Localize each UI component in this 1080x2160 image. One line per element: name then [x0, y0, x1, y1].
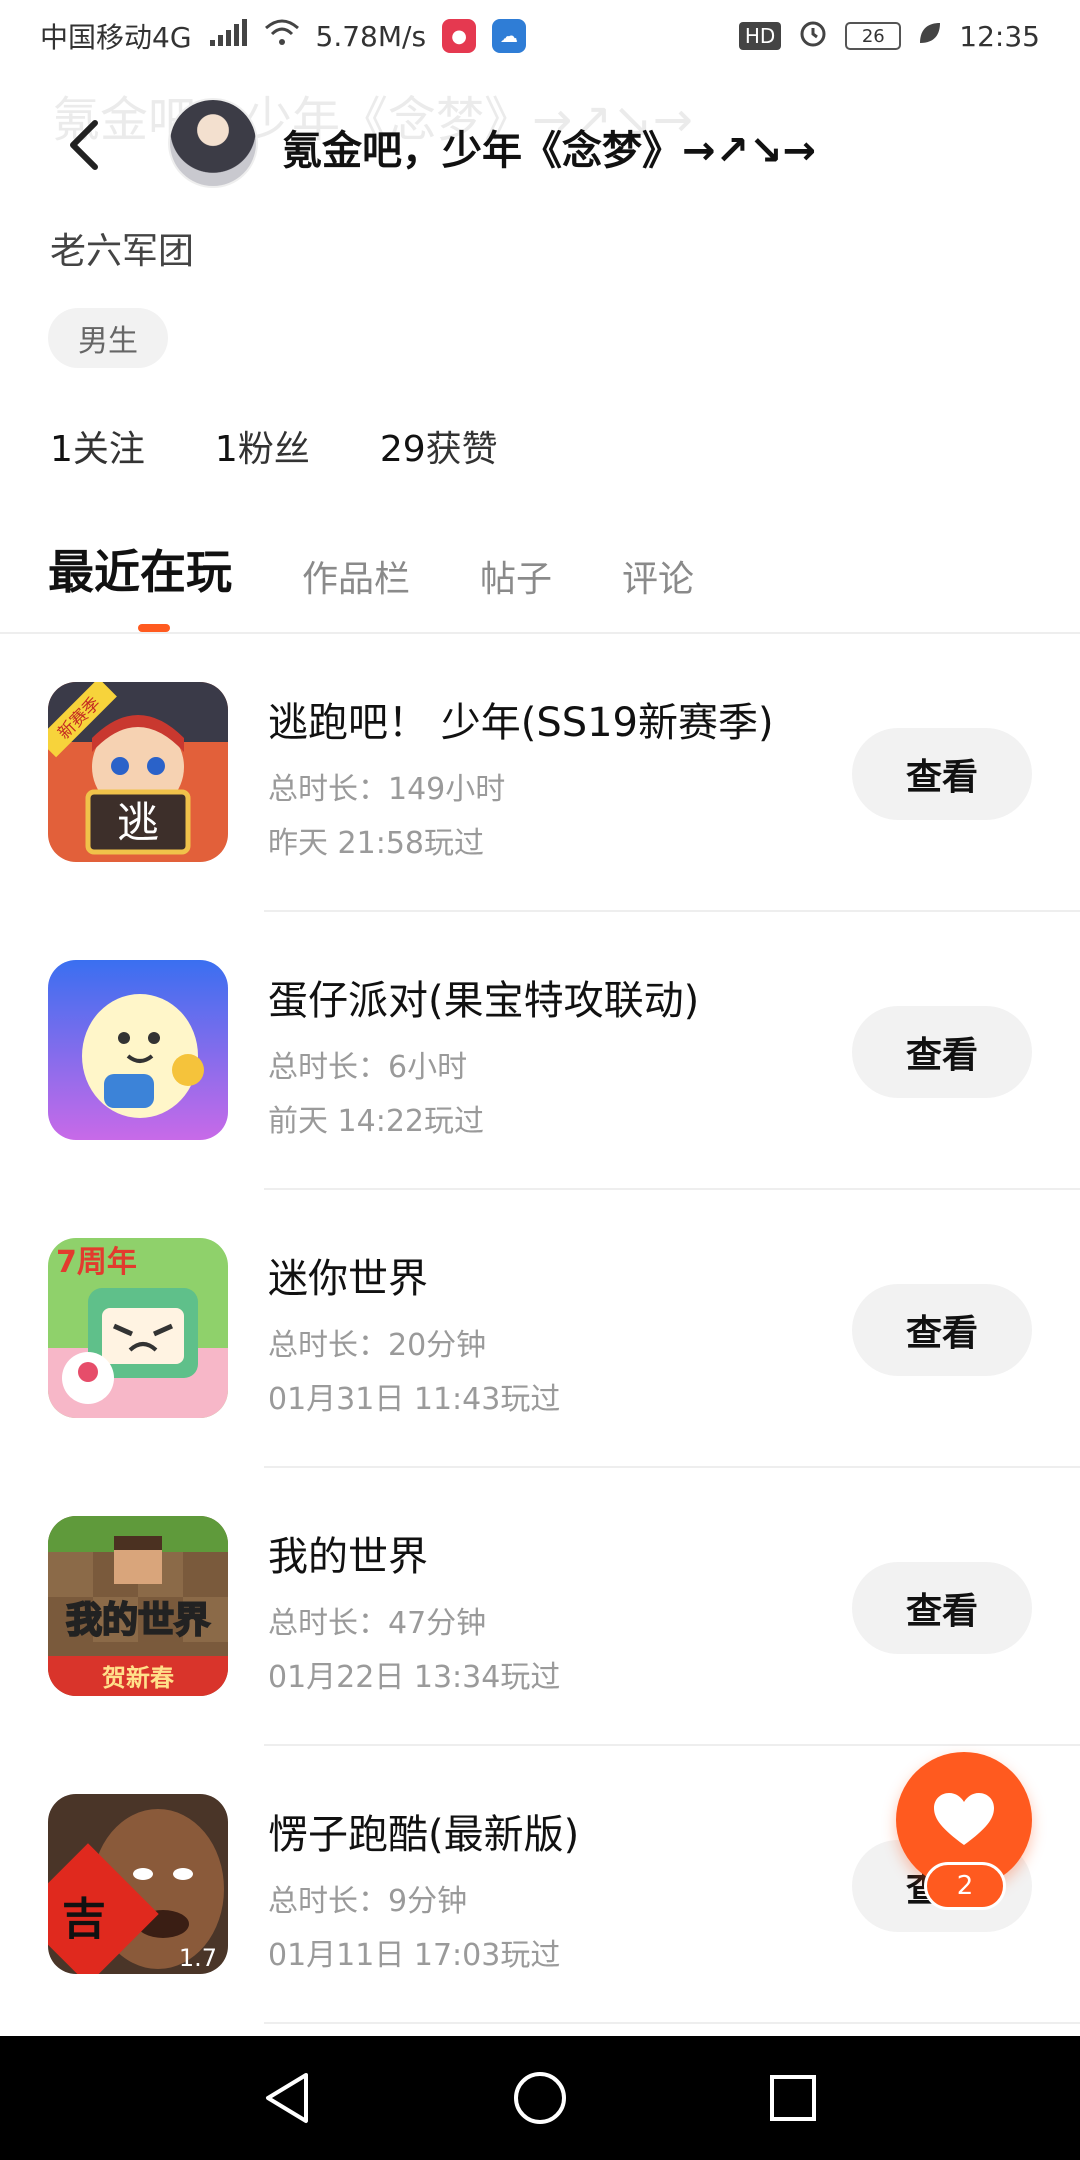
wifi-icon — [264, 18, 300, 55]
stats-row: 1关注 1粉丝 29获赞 — [50, 420, 498, 472]
game-duration: 总时长：20分钟 — [268, 1328, 487, 1363]
game-icon-glyph: 逃 — [117, 798, 159, 847]
camera-app-icon: ● — [442, 19, 477, 53]
signal-icon — [208, 18, 248, 55]
game-name: 逃跑吧！ 少年(SS19新赛季) — [268, 700, 774, 746]
like-count-badge: 2 — [924, 1862, 1006, 1910]
game-info: 蛋仔派对(果宝特攻联动) 总时长：6小时 前天 14:22玩过 — [268, 968, 828, 1140]
game-icon-glyph: 我的世界 — [66, 1600, 210, 1641]
status-bar: 中国移动4G 5.78M/s ● ☁ HD 26 12:35 — [0, 0, 1080, 72]
stat-following[interactable]: 1关注 — [50, 420, 145, 472]
tab-recently-played[interactable]: 最近在玩 — [48, 536, 232, 602]
game-name: 愣子跑酷(最新版) — [268, 1812, 580, 1858]
battery-icon: 26 — [845, 22, 902, 50]
user-signature: 老六军团 — [50, 231, 195, 272]
stat-likes-count: 29 — [379, 429, 426, 470]
chevron-left-icon — [70, 120, 98, 170]
game-icon-minecraft: 我的世界 贺新春 — [48, 1516, 228, 1696]
network-speed: 5.78M/s — [315, 19, 427, 53]
stat-followers[interactable]: 1粉丝 — [215, 420, 310, 472]
system-nav-bar — [0, 2036, 1080, 2160]
game-icon-parkour: 吉 1.7 — [48, 1794, 228, 1974]
tab-works[interactable]: 作品栏 — [302, 550, 410, 602]
stat-followers-label: 粉丝 — [237, 429, 310, 470]
circle-home-icon — [513, 2072, 566, 2124]
game-name: 我的世界 — [268, 1534, 428, 1580]
clock-time: 12:35 — [959, 19, 1040, 53]
game-info: 愣子跑酷(最新版) 总时长：9分钟 01月11日 17:03玩过 — [268, 1802, 828, 1974]
avatar[interactable] — [168, 98, 258, 188]
leaf-icon — [917, 20, 943, 53]
gender-tag: 男生 — [48, 308, 168, 368]
square-recents-icon — [770, 2075, 817, 2121]
view-button[interactable]: 查看 — [852, 1284, 1032, 1376]
alarm-icon — [797, 17, 829, 56]
stat-followers-count: 1 — [214, 429, 238, 470]
tab-bar: 最近在玩 作品栏 帖子 评论 — [48, 536, 694, 602]
game-icon-badge: 贺新春 — [102, 1664, 174, 1692]
stat-following-label: 关注 — [72, 429, 145, 470]
game-duration: 总时长：47分钟 — [268, 1606, 487, 1641]
back-button[interactable] — [50, 110, 120, 180]
profile-header: 氪金吧，少年《念梦》→↗↘→ 氪金吧，少年《念梦》→↗↘→ — [0, 80, 1080, 210]
view-button[interactable]: 查看 — [852, 728, 1032, 820]
list-item[interactable]: 蛋仔派对(果宝特攻联动) 总时长：6小时 前天 14:22玩过 查看 — [0, 912, 1080, 1190]
game-info: 我的世界 总时长：47分钟 01月22日 13:34玩过 — [268, 1524, 828, 1696]
game-icon-glyph: 吉 — [62, 1894, 106, 1945]
heart-icon — [934, 1793, 994, 1845]
view-button[interactable]: 查看 — [852, 1562, 1032, 1654]
list-item[interactable]: 7周年 迷你世界 总时长：20分钟 01月31日 11:43玩过 查看 — [0, 1190, 1080, 1468]
nav-back-button[interactable] — [247, 2058, 327, 2138]
stat-likes[interactable]: 29获赞 — [380, 420, 498, 472]
cloud-app-icon: ☁ — [492, 19, 527, 53]
page-title: 氪金吧，少年《念梦》→↗↘→ — [282, 128, 817, 174]
stat-following-count: 1 — [50, 429, 73, 470]
nav-recents-button[interactable] — [753, 2058, 833, 2138]
game-last-played: 01月22日 13:34玩过 — [268, 1660, 561, 1695]
triangle-back-icon — [265, 2073, 308, 2123]
game-info: 迷你世界 总时长：20分钟 01月31日 11:43玩过 — [268, 1246, 828, 1418]
game-last-played: 昨天 21:58玩过 — [268, 826, 484, 861]
game-duration: 总时长：9分钟 — [268, 1884, 468, 1919]
game-name: 蛋仔派对(果宝特攻联动) — [268, 978, 700, 1024]
view-button[interactable]: 查看 — [852, 1006, 1032, 1098]
game-icon-mini-world: 7周年 — [48, 1238, 228, 1418]
tab-posts[interactable]: 帖子 — [480, 550, 552, 602]
game-last-played: 01月11日 17:03玩过 — [268, 1938, 561, 1973]
carrier-label: 中国移动4G — [40, 21, 192, 54]
game-icon-glyph: 7周年 — [56, 1245, 137, 1280]
list-item[interactable]: 逃 新赛季 逃跑吧！ 少年(SS19新赛季) 总时长：149小时 昨天 21:5… — [0, 634, 1080, 912]
stat-likes-label: 获赞 — [425, 429, 498, 470]
game-duration: 总时长：6小时 — [268, 1050, 468, 1085]
nav-home-button[interactable] — [500, 2058, 580, 2138]
game-last-played: 前天 14:22玩过 — [268, 1104, 484, 1139]
game-duration: 总时长：149小时 — [268, 772, 506, 807]
game-info: 逃跑吧！ 少年(SS19新赛季) 总时长：149小时 昨天 21:58玩过 — [268, 690, 828, 862]
game-icon-danzai — [48, 960, 228, 1140]
tab-active-indicator — [138, 624, 170, 632]
divider — [264, 2022, 1080, 2024]
game-icon-taopaoba: 逃 新赛季 — [48, 682, 228, 862]
tab-comments[interactable]: 评论 — [622, 550, 694, 602]
game-last-played: 01月31日 11:43玩过 — [268, 1382, 561, 1417]
hd-badge: HD — [738, 22, 782, 50]
game-icon-badge: 1.7 — [179, 1944, 217, 1972]
game-name: 迷你世界 — [268, 1256, 428, 1302]
list-item[interactable]: 我的世界 贺新春 我的世界 总时长：47分钟 01月22日 13:34玩过 查看 — [0, 1468, 1080, 1746]
battery-level: 26 — [861, 25, 885, 47]
